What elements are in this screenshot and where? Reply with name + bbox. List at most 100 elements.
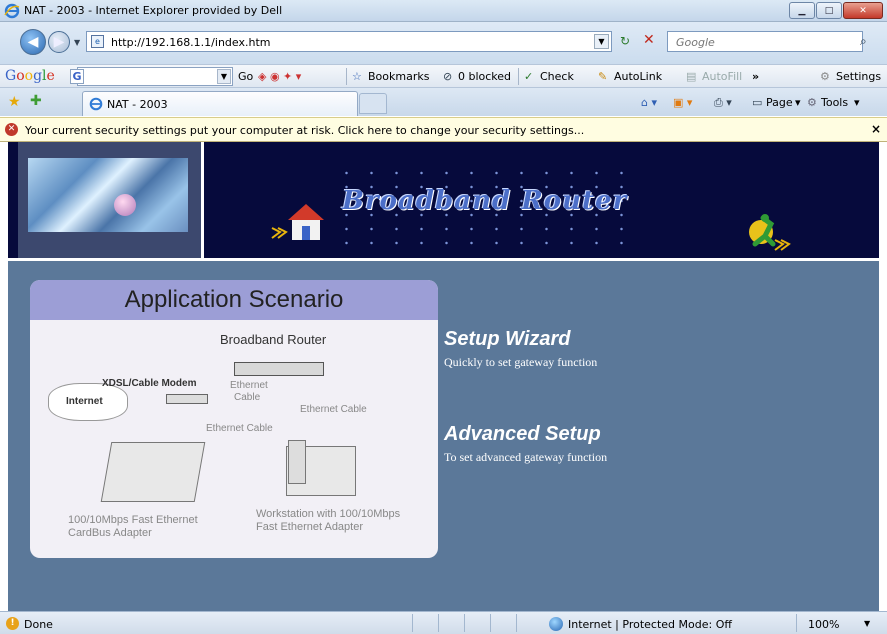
setup-wizard-link[interactable]: Setup Wizard bbox=[444, 328, 571, 351]
status-pane bbox=[490, 614, 516, 632]
google-toolbar: Google G ▼ Go ◈ ◉ ✦ ▾ ☆ Bookmarks ⊘ 0 bl… bbox=[0, 64, 887, 88]
router-device-image bbox=[234, 362, 324, 376]
ethernet-cable-label-b: Cable bbox=[234, 392, 261, 403]
maximize-button[interactable]: □ bbox=[816, 2, 842, 19]
recent-pages-dropdown-icon[interactable]: ▼ bbox=[74, 38, 80, 47]
search-placeholder: Google bbox=[676, 36, 715, 49]
page-status-icon: ! bbox=[6, 617, 19, 630]
router-banner: Broadband Router bbox=[8, 142, 879, 261]
google-g-icon[interactable]: G bbox=[70, 69, 84, 84]
page-content: Broadband Router Application Scenario Br… bbox=[8, 142, 879, 611]
setup-wizard-description: Quickly to set gateway function bbox=[444, 355, 598, 369]
autofill-button[interactable]: AutoFill bbox=[702, 70, 742, 83]
popup-blocker-icon: ⊘ bbox=[443, 70, 453, 83]
status-pane bbox=[412, 614, 438, 632]
toolbar-separator bbox=[346, 68, 347, 85]
toolbar-separator bbox=[518, 68, 519, 85]
pc-tower-image bbox=[288, 440, 306, 484]
autolink-icon: ✎ bbox=[598, 70, 608, 83]
stop-icon[interactable]: ✕ bbox=[643, 32, 655, 48]
abstract-logo-image bbox=[28, 158, 188, 232]
status-pane bbox=[438, 614, 464, 632]
ethernet-cable-left-label: Ethernet Cable bbox=[206, 423, 273, 434]
address-dropdown-icon[interactable]: ▼ bbox=[594, 34, 609, 49]
forward-button[interactable]: ▶ bbox=[48, 31, 70, 53]
search-input[interactable]: Google bbox=[667, 31, 863, 52]
tab-nat-2003[interactable]: NAT - 2003 bbox=[82, 91, 358, 116]
google-go-button[interactable]: Go bbox=[238, 70, 253, 83]
page-menu-dropdown-icon[interactable]: ▾ bbox=[795, 96, 801, 109]
internet-label: Internet bbox=[66, 396, 103, 407]
tools-menu-dropdown-icon[interactable]: ▾ bbox=[854, 96, 860, 109]
laptop-image bbox=[100, 442, 206, 502]
settings-gear-icon: ⚙ bbox=[820, 70, 830, 83]
workstation-label-line2: Fast Ethernet Adapter bbox=[256, 521, 364, 533]
scenario-title: Application Scenario bbox=[124, 286, 344, 313]
forward-arrow-icon: ▶ bbox=[53, 34, 65, 50]
tab-title: NAT - 2003 bbox=[107, 98, 168, 111]
google-logo[interactable]: Google bbox=[5, 68, 55, 84]
google-search-input[interactable]: G ▼ bbox=[70, 67, 233, 86]
modem-label: XDSL/Cable Modem bbox=[102, 378, 197, 389]
spellcheck-icon: ✓ bbox=[524, 70, 534, 83]
tab-ie-icon bbox=[89, 97, 103, 114]
address-toolbar: ◀ ▶ ▼ e http://192.168.1.1/index.htm ▼ ↻… bbox=[0, 22, 887, 64]
security-warning-message[interactable]: Your current security settings put your … bbox=[25, 124, 584, 137]
favorites-star-icon[interactable]: ★ bbox=[8, 94, 21, 110]
zoom-level[interactable]: 100% bbox=[808, 618, 839, 631]
more-tools-button[interactable]: » bbox=[752, 70, 759, 83]
zoom-dropdown-icon[interactable]: ▼ bbox=[864, 619, 870, 628]
application-scenario-panel: Application Scenario Broadband Router XD… bbox=[30, 280, 438, 558]
security-info-bar[interactable]: ✕ Your current security settings put you… bbox=[0, 117, 887, 142]
advanced-setup-description: To set advanced gateway function bbox=[444, 450, 608, 464]
popup-blocked-count[interactable]: 0 blocked bbox=[458, 70, 511, 83]
status-pane bbox=[516, 614, 542, 632]
security-warning-icon: ✕ bbox=[5, 123, 18, 136]
modem-device-image bbox=[166, 394, 208, 404]
bookmarks-button[interactable]: Bookmarks bbox=[368, 70, 429, 83]
page-menu-icon: ▭ bbox=[752, 96, 763, 109]
status-bar: ! Done Internet | Protected Mode: Off 10… bbox=[0, 611, 887, 634]
ethernet-cable-label-a: Ethernet bbox=[230, 380, 268, 391]
close-infobar-icon[interactable]: × bbox=[871, 122, 881, 136]
print-icon[interactable]: ⎙ ▾ bbox=[714, 96, 732, 110]
page-icon: e bbox=[91, 35, 104, 48]
google-search-dropdown-icon[interactable]: ▼ bbox=[217, 69, 231, 84]
address-url[interactable]: http://192.168.1.1/index.htm bbox=[111, 36, 270, 49]
security-zone-text[interactable]: Internet | Protected Mode: Off bbox=[568, 618, 732, 631]
status-pane bbox=[464, 614, 490, 632]
address-input[interactable]: e http://192.168.1.1/index.htm ▼ bbox=[86, 31, 612, 52]
ethernet-cable-right-label: Ethernet Cable bbox=[300, 404, 367, 415]
status-separator bbox=[796, 614, 797, 632]
minimize-button[interactable]: ▁ bbox=[789, 2, 815, 19]
page-menu-button[interactable]: Page bbox=[766, 96, 793, 109]
advanced-setup-link[interactable]: Advanced Setup bbox=[444, 423, 601, 446]
new-tab-button[interactable] bbox=[359, 93, 387, 114]
status-panes bbox=[412, 614, 542, 632]
back-button[interactable]: ◀ bbox=[20, 29, 46, 55]
workstation-label-line1: Workstation with 100/10Mbps bbox=[256, 508, 401, 520]
logo-box bbox=[18, 142, 204, 258]
window-controls: ▁ □ ✕ bbox=[789, 2, 883, 19]
bookmarks-star-icon: ☆ bbox=[352, 70, 362, 83]
tools-menu-button[interactable]: Tools bbox=[821, 96, 848, 109]
add-favorites-icon[interactable]: ✚ bbox=[30, 93, 42, 109]
refresh-icon[interactable]: ↻ bbox=[620, 34, 630, 48]
feeds-icon[interactable]: ▣ ▾ bbox=[673, 96, 692, 109]
home-icon[interactable]: ⌂ ▾ bbox=[641, 96, 657, 109]
autolink-button[interactable]: AutoLink bbox=[614, 70, 662, 83]
check-button[interactable]: Check bbox=[540, 70, 574, 83]
settings-button[interactable]: Settings bbox=[836, 70, 881, 83]
laptop-label-line2: CardBus Adapter bbox=[68, 527, 152, 539]
search-icon[interactable]: ⌕ bbox=[860, 34, 867, 49]
router-label: Broadband Router bbox=[220, 332, 327, 347]
house-icon bbox=[268, 198, 328, 245]
toolbar-extras-icon[interactable]: ◈ ◉ ✦ ▾ bbox=[258, 70, 301, 83]
runner-icon bbox=[741, 214, 797, 261]
autofill-icon: ▤ bbox=[686, 70, 697, 83]
laptop-label-line1: 100/10Mbps Fast Ethernet bbox=[68, 514, 198, 526]
tab-row: ★ ✚ NAT - 2003 ⌂ ▾ ▣ ▾ ⎙ ▾ ▭ Page ▾ ⚙ To… bbox=[0, 88, 887, 116]
close-button[interactable]: ✕ bbox=[843, 2, 883, 19]
back-arrow-icon: ◀ bbox=[27, 34, 39, 50]
tools-gear-icon: ⚙ bbox=[807, 96, 817, 109]
